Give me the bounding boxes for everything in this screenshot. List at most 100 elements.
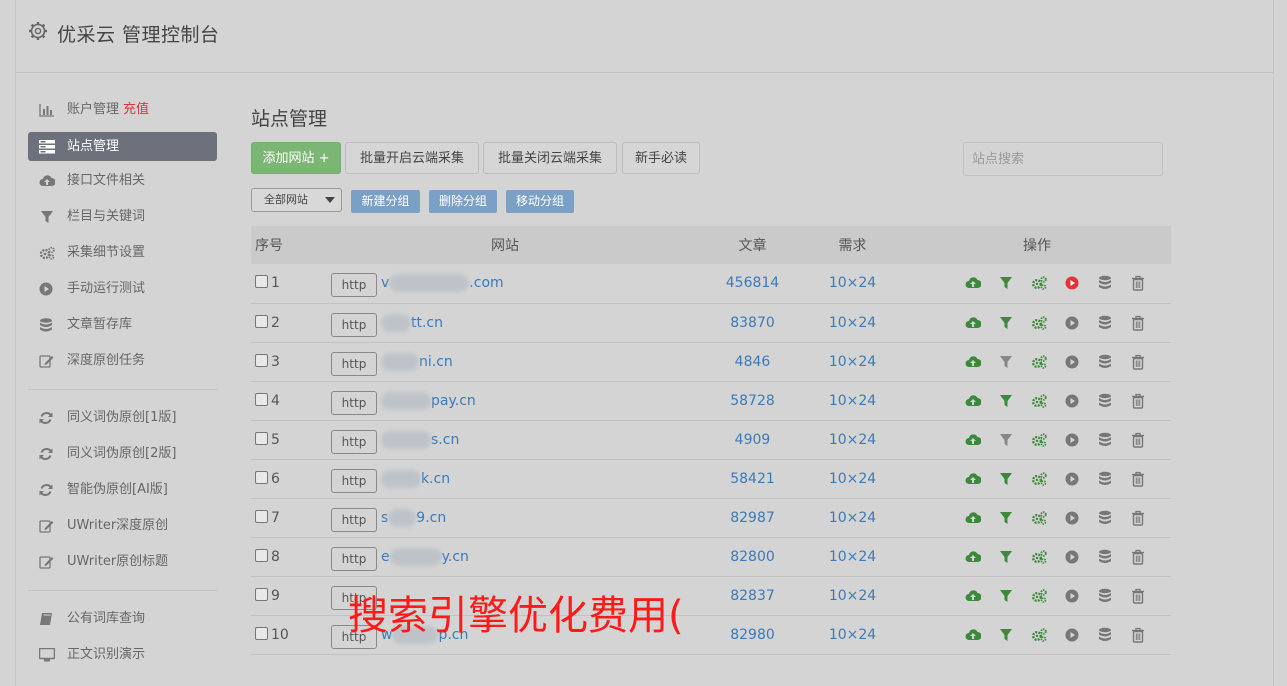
sidebar-item-uwriter-title[interactable]: UWriter原创标题 bbox=[28, 544, 217, 580]
sidebar-item-sites[interactable]: 站点管理 bbox=[28, 132, 217, 161]
database-icon[interactable] bbox=[1097, 275, 1113, 291]
row-checkbox[interactable] bbox=[255, 314, 268, 328]
sidebar-item-columns-keywords[interactable]: 栏目与关键词 bbox=[28, 199, 217, 235]
cogs-icon[interactable] bbox=[1031, 588, 1047, 604]
cogs-icon[interactable] bbox=[1031, 393, 1047, 409]
demand-value[interactable]: 10×24 bbox=[810, 303, 895, 342]
trash-icon[interactable] bbox=[1130, 354, 1146, 370]
protocol-button[interactable]: http bbox=[331, 546, 377, 571]
play-circle-icon[interactable] bbox=[1064, 275, 1080, 291]
site-domain-link[interactable]: tt.cn bbox=[381, 313, 443, 332]
database-icon[interactable] bbox=[1097, 588, 1113, 604]
trash-icon[interactable] bbox=[1130, 588, 1146, 604]
protocol-button[interactable]: http bbox=[331, 468, 377, 493]
row-checkbox[interactable] bbox=[255, 470, 268, 484]
database-icon[interactable] bbox=[1097, 354, 1113, 370]
demand-value[interactable]: 10×24 bbox=[810, 381, 895, 420]
article-count[interactable]: 58728 bbox=[695, 381, 810, 420]
sidebar-item-deep-original[interactable]: 深度原创任务 bbox=[28, 343, 217, 379]
database-icon[interactable] bbox=[1097, 510, 1113, 526]
sidebar-item-manual-run[interactable]: 手动运行测试 bbox=[28, 271, 217, 307]
cloud-upload-icon[interactable] bbox=[965, 471, 981, 487]
cogs-icon[interactable] bbox=[1031, 510, 1047, 526]
cloud-upload-icon[interactable] bbox=[965, 588, 981, 604]
article-count[interactable]: 82987 bbox=[695, 498, 810, 537]
protocol-button[interactable]: http bbox=[331, 312, 377, 337]
demand-value[interactable]: 10×24 bbox=[810, 420, 895, 459]
add-site-button[interactable]: 添加网站 + bbox=[251, 142, 341, 174]
cloud-upload-icon[interactable] bbox=[965, 275, 981, 291]
trash-icon[interactable] bbox=[1130, 510, 1146, 526]
filter-icon[interactable] bbox=[998, 393, 1014, 409]
demand-value[interactable]: 10×24 bbox=[810, 537, 895, 576]
filter-icon[interactable] bbox=[998, 471, 1014, 487]
protocol-button[interactable]: http bbox=[331, 507, 377, 532]
group-select[interactable]: 全部网站 bbox=[251, 188, 342, 212]
demand-value[interactable]: 10×24 bbox=[810, 615, 895, 654]
database-icon[interactable] bbox=[1097, 627, 1113, 643]
sidebar-item-text-recognition[interactable]: 正文识别演示 bbox=[28, 637, 217, 673]
cogs-icon[interactable] bbox=[1031, 471, 1047, 487]
play-circle-icon[interactable] bbox=[1064, 393, 1080, 409]
row-checkbox[interactable] bbox=[255, 275, 268, 289]
demand-value[interactable]: 10×24 bbox=[810, 498, 895, 537]
trash-icon[interactable] bbox=[1130, 393, 1146, 409]
row-checkbox[interactable] bbox=[255, 548, 268, 562]
site-domain-link[interactable]: k.cn bbox=[381, 469, 450, 488]
play-circle-icon[interactable] bbox=[1064, 627, 1080, 643]
cloud-upload-icon[interactable] bbox=[965, 393, 981, 409]
filter-icon[interactable] bbox=[998, 627, 1014, 643]
row-checkbox[interactable] bbox=[255, 353, 268, 367]
cloud-upload-icon[interactable] bbox=[965, 549, 981, 565]
filter-icon[interactable] bbox=[998, 275, 1014, 291]
sidebar-item-public-lexicon[interactable]: 公有词库查询 bbox=[28, 601, 217, 637]
row-checkbox[interactable] bbox=[255, 392, 268, 406]
article-count[interactable]: 83870 bbox=[695, 303, 810, 342]
article-count[interactable]: 456814 bbox=[695, 264, 810, 303]
filter-icon[interactable] bbox=[998, 354, 1014, 370]
database-icon[interactable] bbox=[1097, 432, 1113, 448]
play-circle-icon[interactable] bbox=[1064, 432, 1080, 448]
site-search-input[interactable] bbox=[963, 142, 1163, 176]
cloud-upload-icon[interactable] bbox=[965, 315, 981, 331]
protocol-button[interactable]: http bbox=[331, 351, 377, 376]
trash-icon[interactable] bbox=[1130, 549, 1146, 565]
trash-icon[interactable] bbox=[1130, 275, 1146, 291]
filter-icon[interactable] bbox=[998, 588, 1014, 604]
delete-group-button[interactable]: 删除分组 bbox=[429, 190, 497, 213]
cogs-icon[interactable] bbox=[1031, 275, 1047, 291]
gear-icon[interactable] bbox=[28, 21, 48, 41]
enable-cloud-collect-button[interactable]: 批量开启云端采集 bbox=[345, 142, 479, 174]
sidebar-item-uwriter-deep[interactable]: UWriter深度原创 bbox=[28, 508, 217, 544]
trash-icon[interactable] bbox=[1130, 471, 1146, 487]
site-domain-link[interactable]: v .com bbox=[381, 274, 504, 293]
protocol-button[interactable]: http bbox=[331, 273, 377, 298]
demand-value[interactable]: 10×24 bbox=[810, 264, 895, 303]
cogs-icon[interactable] bbox=[1031, 549, 1047, 565]
move-group-button[interactable]: 移动分组 bbox=[506, 190, 574, 213]
protocol-button[interactable]: http bbox=[331, 390, 377, 415]
database-icon[interactable] bbox=[1097, 393, 1113, 409]
article-count[interactable]: 4846 bbox=[695, 342, 810, 381]
cloud-upload-icon[interactable] bbox=[965, 354, 981, 370]
disable-cloud-collect-button[interactable]: 批量关闭云端采集 bbox=[483, 142, 617, 174]
sidebar-item-article-storage[interactable]: 文章暂存库 bbox=[28, 307, 217, 343]
database-icon[interactable] bbox=[1097, 471, 1113, 487]
cloud-upload-icon[interactable] bbox=[965, 627, 981, 643]
trash-icon[interactable] bbox=[1130, 315, 1146, 331]
demand-value[interactable]: 10×24 bbox=[810, 459, 895, 498]
sidebar-item-interface-files[interactable]: 接口文件相关 bbox=[28, 163, 217, 199]
site-domain-link[interactable]: s 9.cn bbox=[381, 508, 446, 527]
cloud-upload-icon[interactable] bbox=[965, 432, 981, 448]
guide-button[interactable]: 新手必读 bbox=[622, 142, 700, 174]
site-domain-link[interactable]: pay.cn bbox=[381, 391, 476, 410]
demand-value[interactable]: 10×24 bbox=[810, 576, 895, 615]
article-count[interactable]: 58421 bbox=[695, 459, 810, 498]
sidebar-item-synonym-v2[interactable]: 同义词伪原创[2版] bbox=[28, 436, 217, 472]
sidebar-item-collect-settings[interactable]: 采集细节设置 bbox=[28, 235, 217, 271]
cloud-upload-icon[interactable] bbox=[965, 510, 981, 526]
cogs-icon[interactable] bbox=[1031, 432, 1047, 448]
site-domain-link[interactable]: ni.cn bbox=[381, 352, 453, 371]
play-circle-icon[interactable] bbox=[1064, 354, 1080, 370]
article-count[interactable]: 4909 bbox=[695, 420, 810, 459]
